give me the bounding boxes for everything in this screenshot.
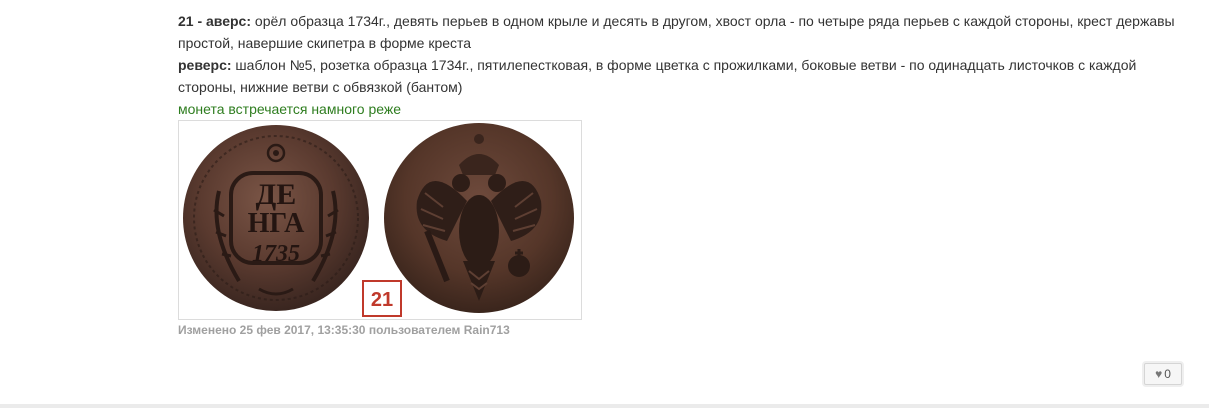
coin-image[interactable]: ДЕ НГА 1735 21 [178, 120, 582, 320]
reverse-description: реверс: шаблон №5, розетка образца 1734г… [178, 54, 1188, 98]
rarity-note: монета встречается намного реже [178, 101, 402, 117]
separator-line: ----------------------------------------… [178, 0, 538, 3]
reverse-label: реверс: [178, 57, 232, 73]
like-button[interactable]: ♥ 0 [1144, 363, 1182, 385]
like-count: 0 [1164, 367, 1171, 381]
coin-legend-line-1: ДЕ [256, 178, 297, 211]
heart-icon: ♥ [1155, 367, 1163, 381]
reverse-text: шаблон №5, розетка образца 1734г., пятил… [178, 57, 1137, 95]
footer-divider [0, 404, 1209, 408]
edit-info: Изменено 25 фев 2017, 13:35:30 пользоват… [178, 323, 510, 337]
number-badge: 21 [362, 280, 402, 317]
coin-reverse [384, 123, 574, 313]
coin-legend-line-2: НГА [248, 208, 306, 239]
obverse-label: 21 - аверс: [178, 13, 252, 29]
coin-legend-year: 1735 [252, 241, 300, 267]
obverse-description: 21 - аверс: орёл образца 1734г., девять … [178, 10, 1188, 54]
coin-obverse: ДЕ НГА 1735 [183, 125, 369, 311]
obverse-text: орёл образца 1734г., девять перьев в одн… [178, 13, 1175, 51]
badge-number: 21 [371, 289, 393, 311]
